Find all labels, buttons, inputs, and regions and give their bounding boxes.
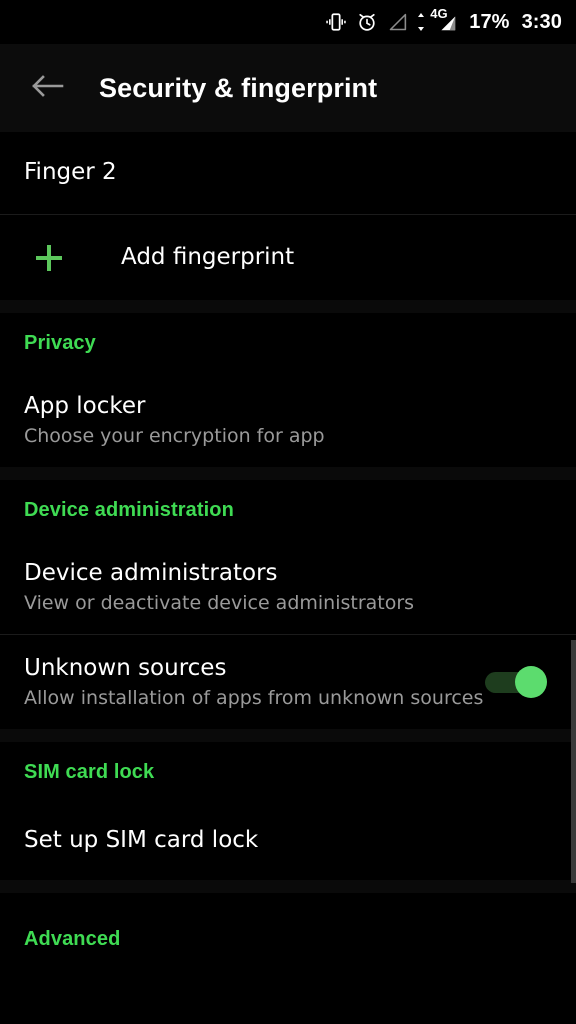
battery-percent: 17% bbox=[469, 11, 510, 33]
list-item-subtitle: Allow installation of apps from unknown … bbox=[24, 686, 484, 709]
section-title: Device administration bbox=[24, 498, 234, 521]
list-item-set-up-sim-card-lock[interactable]: Set up SIM card lock bbox=[0, 802, 576, 880]
list-item-title: Unknown sources bbox=[24, 654, 227, 681]
section-header-device-administration: Device administration bbox=[0, 480, 576, 540]
vibrate-icon bbox=[325, 11, 347, 33]
signal-4g-icon: 4G bbox=[430, 7, 458, 33]
section-title: Advanced bbox=[24, 928, 121, 950]
list-item-title: App locker bbox=[24, 392, 146, 419]
section-header-privacy: Privacy bbox=[0, 313, 576, 373]
phone-screen: 4G 17% 3:30 Security & fingerprint Finge… bbox=[0, 0, 576, 1024]
list-item-unknown-sources[interactable]: Unknown sources Allow installation of ap… bbox=[0, 635, 576, 729]
signal-empty-icon bbox=[387, 12, 408, 33]
list-item-subtitle: Choose your encryption for app bbox=[24, 424, 325, 447]
alarm-icon bbox=[356, 11, 378, 33]
list-item-fingerprint[interactable]: Finger 2 bbox=[0, 132, 576, 214]
back-button[interactable] bbox=[26, 67, 68, 109]
list-item-title: Device administrators bbox=[24, 559, 278, 586]
add-fingerprint-button[interactable]: Add fingerprint bbox=[0, 215, 576, 300]
section-gap bbox=[0, 467, 576, 480]
section-header-sim-card-lock: SIM card lock bbox=[0, 742, 576, 802]
list-item-device-administrators[interactable]: Device administrators View or deactivate… bbox=[0, 540, 576, 634]
plus-icon bbox=[34, 243, 74, 273]
app-bar: Security & fingerprint bbox=[0, 44, 576, 132]
section-header-advanced: Advanced bbox=[0, 893, 576, 963]
section-gap bbox=[0, 729, 576, 742]
list-item-app-locker[interactable]: App locker Choose your encryption for ap… bbox=[0, 373, 576, 467]
section-title: Privacy bbox=[24, 331, 96, 354]
settings-list: Finger 2 Add fingerprint Privacy App loc… bbox=[0, 132, 576, 963]
add-fingerprint-label: Add fingerprint bbox=[121, 243, 295, 270]
page-title: Security & fingerprint bbox=[99, 72, 378, 103]
status-bar: 4G 17% 3:30 bbox=[0, 0, 576, 44]
data-transfer-icon bbox=[417, 12, 425, 32]
section-title: SIM card lock bbox=[24, 760, 155, 783]
fingerprint-name: Finger 2 bbox=[24, 159, 117, 186]
toggle-thumb bbox=[515, 666, 547, 698]
clock: 3:30 bbox=[521, 11, 562, 33]
list-item-title: Set up SIM card lock bbox=[24, 827, 259, 854]
section-gap bbox=[0, 300, 576, 313]
unknown-sources-toggle[interactable] bbox=[485, 665, 547, 699]
network-type-label: 4G bbox=[430, 6, 448, 21]
scrollbar[interactable] bbox=[571, 640, 576, 883]
list-item-subtitle: View or deactivate device administrators bbox=[24, 591, 415, 614]
back-arrow-icon bbox=[30, 73, 64, 103]
section-gap bbox=[0, 880, 576, 893]
